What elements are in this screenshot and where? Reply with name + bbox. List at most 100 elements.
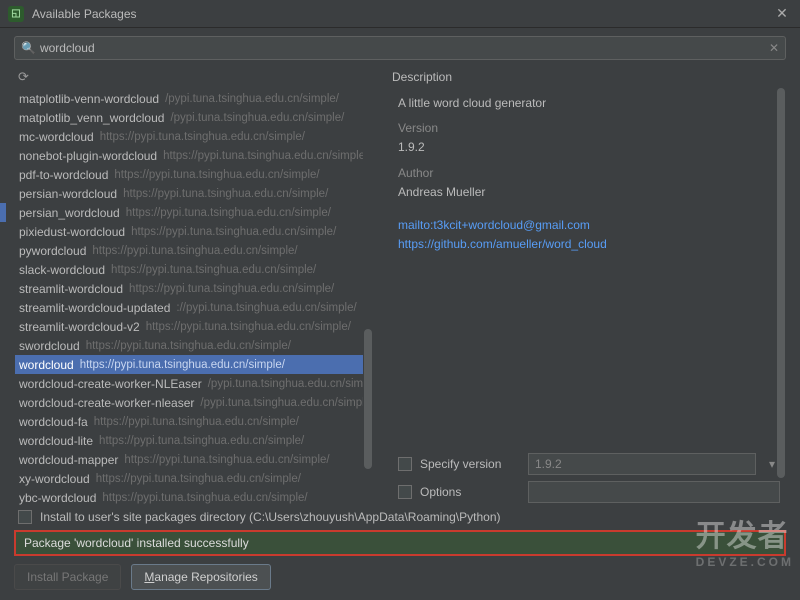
package-repo: https://pypi.tuna.tsinghua.edu.cn/simple…: [100, 131, 305, 143]
package-row[interactable]: wordcloud-fa https://pypi.tuna.tsinghua.e…: [15, 412, 373, 431]
options-checkbox[interactable]: [398, 485, 412, 499]
clear-search-icon[interactable]: ✕: [769, 41, 779, 55]
options-input[interactable]: [528, 481, 780, 503]
package-row[interactable]: swordcloud https://pypi.tuna.tsinghua.edu…: [15, 336, 373, 355]
package-name: matplotlib-venn-wordcloud: [19, 92, 159, 106]
version-value: 1.9.2: [398, 138, 786, 157]
desc-scrollbar-thumb[interactable]: [777, 88, 785, 478]
package-name: pdf-to-wordcloud: [19, 168, 108, 182]
package-repo: https://pypi.tuna.tsinghua.edu.cn/simple…: [102, 492, 307, 504]
manage-repositories-button[interactable]: Manage Repositories: [131, 564, 270, 590]
package-repo: https://pypi.tuna.tsinghua.edu.cn/simple…: [163, 150, 368, 162]
window-title: Available Packages: [32, 7, 772, 21]
description-heading: Description: [392, 70, 786, 84]
package-row[interactable]: wordcloud https://pypi.tuna.tsinghua.edu.…: [15, 355, 373, 374]
scrollbar-thumb[interactable]: [364, 329, 372, 469]
package-row[interactable]: mc-wordcloud https://pypi.tuna.tsinghua.e…: [15, 127, 373, 146]
package-repo: https://pypi.tuna.tsinghua.edu.cn/simple…: [94, 416, 299, 428]
package-name: matplotlib_venn_wordcloud: [19, 111, 164, 125]
scrollbar[interactable]: [363, 89, 373, 505]
package-name: swordcloud: [19, 339, 80, 353]
package-repo: https://pypi.tuna.tsinghua.edu.cn/simple…: [86, 340, 291, 352]
description-panel: A little word cloud generator Version 1.…: [392, 90, 786, 442]
search-box[interactable]: 🔍 ✕: [14, 36, 786, 60]
package-row[interactable]: streamlit-wordcloud-updated ://pypi.tuna.…: [15, 298, 373, 317]
package-repo: https://pypi.tuna.tsinghua.edu.cn/simple…: [126, 207, 331, 219]
status-message: Package 'wordcloud' installed successful…: [14, 530, 786, 556]
package-repo: https://pypi.tuna.tsinghua.edu.cn/simple…: [146, 321, 351, 333]
package-row[interactable]: matplotlib-venn-wordcloud/pypi.tuna.tsin…: [15, 89, 373, 108]
specify-version-label: Specify version: [420, 457, 520, 471]
specify-version-input[interactable]: [528, 453, 756, 475]
package-name: wordcloud-mapper: [19, 453, 118, 467]
package-repo: https://pypi.tuna.tsinghua.edu.cn/simple…: [124, 454, 329, 466]
search-input[interactable]: [40, 41, 769, 55]
app-icon: ◱: [8, 6, 24, 22]
package-name: pixiedust-wordcloud: [19, 225, 125, 239]
package-name: streamlit-wordcloud-updated: [19, 301, 170, 315]
package-repo: /pypi.tuna.tsinghua.edu.cn/simple/: [170, 112, 344, 124]
package-row[interactable]: slack-wordcloud https://pypi.tuna.tsinghu…: [15, 260, 373, 279]
titlebar: ◱ Available Packages ✕: [0, 0, 800, 28]
package-name: xy-wordcloud: [19, 472, 90, 486]
mail-link[interactable]: mailto:t3kcit+wordcloud@gmail.com: [398, 216, 786, 235]
package-name: wordcloud-fa: [19, 415, 88, 429]
package-name: wordcloud: [19, 358, 74, 372]
package-name: ybc-wordcloud: [19, 491, 96, 505]
repo-link[interactable]: https://github.com/amueller/word_cloud: [398, 235, 786, 254]
package-name: wordcloud-lite: [19, 434, 93, 448]
package-repo: https://pypi.tuna.tsinghua.edu.cn/simple…: [129, 283, 334, 295]
desc-scrollbar[interactable]: [776, 88, 786, 486]
package-row[interactable]: pdf-to-wordcloud https://pypi.tuna.tsingh…: [15, 165, 373, 184]
package-row[interactable]: persian_wordcloud https://pypi.tuna.tsing…: [15, 203, 373, 222]
author-label: Author: [398, 164, 786, 183]
package-row[interactable]: wordcloud-create-worker-NLEaser/pypi.tun…: [15, 374, 373, 393]
package-repo: /pypi.tuna.tsinghua.edu.cn/simple/: [200, 397, 373, 409]
package-repo: https://pypi.tuna.tsinghua.edu.cn/simple…: [131, 226, 336, 238]
package-repo: https://pypi.tuna.tsinghua.edu.cn/simple…: [80, 359, 285, 371]
package-row[interactable]: wordcloud-mapper https://pypi.tuna.tsingh…: [15, 450, 373, 469]
package-name: pywordcloud: [19, 244, 86, 258]
close-icon[interactable]: ✕: [772, 5, 792, 22]
package-row[interactable]: pywordcloud https://pypi.tuna.tsinghua.ed…: [15, 241, 373, 260]
user-site-checkbox[interactable]: [18, 510, 32, 524]
package-row[interactable]: pixiedust-wordcloud https://pypi.tuna.tsi…: [15, 222, 373, 241]
refresh-icon[interactable]: ⟳: [18, 69, 29, 85]
package-row[interactable]: nonebot-plugin-wordcloud https://pypi.tun…: [15, 146, 373, 165]
package-repo: /pypi.tuna.tsinghua.edu.cn/simple/: [165, 93, 339, 105]
package-row[interactable]: ybc-wordcloud https://pypi.tuna.tsinghua.…: [15, 488, 373, 506]
package-name: mc-wordcloud: [19, 130, 94, 144]
package-repo: https://pypi.tuna.tsinghua.edu.cn/simple…: [99, 435, 304, 447]
package-row[interactable]: streamlit-wordcloud https://pypi.tuna.tsi…: [15, 279, 373, 298]
package-repo: https://pypi.tuna.tsinghua.edu.cn/simple…: [96, 473, 301, 485]
install-package-button[interactable]: Install Package: [14, 564, 121, 590]
author-value: Andreas Mueller: [398, 183, 786, 202]
package-name: wordcloud-create-worker-NLEaser: [19, 377, 202, 391]
package-repo: https://pypi.tuna.tsinghua.edu.cn/simple…: [111, 264, 316, 276]
package-list[interactable]: matplotlib-venn-wordcloud/pypi.tuna.tsin…: [14, 88, 374, 506]
package-name: persian_wordcloud: [19, 206, 120, 220]
package-name: wordcloud-create-worker-nleaser: [19, 396, 194, 410]
package-row[interactable]: matplotlib_venn_wordcloud/pypi.tuna.tsin…: [15, 108, 373, 127]
version-label: Version: [398, 119, 786, 138]
specify-version-checkbox[interactable]: [398, 457, 412, 471]
package-row[interactable]: wordcloud-create-worker-nleaser/pypi.tun…: [15, 393, 373, 412]
search-icon: 🔍: [21, 41, 36, 55]
package-row[interactable]: streamlit-wordcloud-v2 https://pypi.tuna.…: [15, 317, 373, 336]
options-label: Options: [420, 485, 520, 499]
package-repo: https://pypi.tuna.tsinghua.edu.cn/simple…: [123, 188, 328, 200]
package-repo: ://pypi.tuna.tsinghua.edu.cn/simple/: [176, 302, 356, 314]
package-summary: A little word cloud generator: [398, 94, 786, 113]
package-repo: https://pypi.tuna.tsinghua.edu.cn/simple…: [114, 169, 319, 181]
package-name: streamlit-wordcloud: [19, 282, 123, 296]
user-site-label: Install to user's site packages director…: [40, 510, 501, 524]
package-repo: https://pypi.tuna.tsinghua.edu.cn/simple…: [92, 245, 297, 257]
package-repo: /pypi.tuna.tsinghua.edu.cn/simple/: [208, 378, 373, 390]
package-name: slack-wordcloud: [19, 263, 105, 277]
package-name: streamlit-wordcloud-v2: [19, 320, 140, 334]
package-row[interactable]: persian-wordcloud https://pypi.tuna.tsing…: [15, 184, 373, 203]
package-row[interactable]: xy-wordcloud https://pypi.tuna.tsinghua.e…: [15, 469, 373, 488]
package-name: persian-wordcloud: [19, 187, 117, 201]
package-row[interactable]: wordcloud-lite https://pypi.tuna.tsinghua…: [15, 431, 373, 450]
package-name: nonebot-plugin-wordcloud: [19, 149, 157, 163]
